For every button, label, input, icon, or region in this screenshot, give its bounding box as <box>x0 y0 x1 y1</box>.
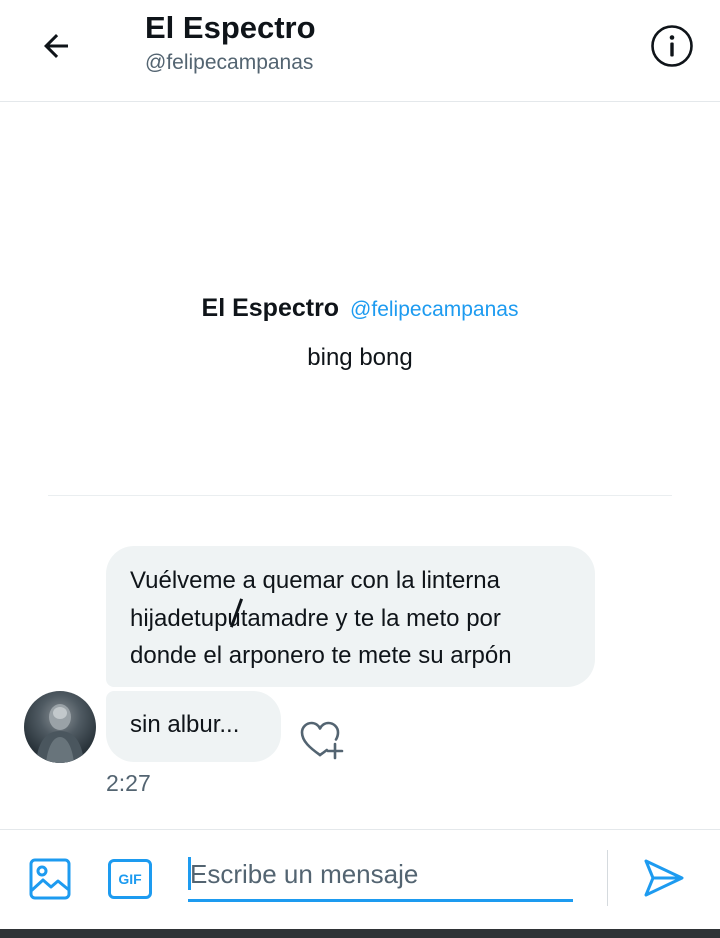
media-button[interactable] <box>28 857 72 901</box>
avatar[interactable] <box>24 691 96 763</box>
message-input[interactable] <box>188 850 573 902</box>
system-navigation-bar <box>0 929 720 938</box>
avatar-image <box>36 704 84 763</box>
message-bubble[interactable]: sin albur... <box>106 691 281 762</box>
conversation-title: El Espectro <box>145 10 316 45</box>
profile-bio: bing bong <box>307 344 413 371</box>
conversation-handle: @felipecampanas <box>145 51 314 74</box>
gif-button[interactable]: GIF <box>108 859 152 899</box>
image-icon <box>29 858 71 900</box>
profile-divider <box>48 495 672 496</box>
conversation-title-block[interactable]: El Espectro @felipecampanas <box>145 10 316 78</box>
profile-card[interactable]: El Espectro @felipecampanas bing bong <box>0 290 720 374</box>
info-button[interactable] <box>648 22 696 70</box>
back-button[interactable] <box>30 22 82 70</box>
arrow-left-icon <box>44 34 68 58</box>
message-composer: GIF <box>0 829 720 929</box>
message-text: sin albur... <box>130 711 240 738</box>
profile-name: El Espectro <box>201 294 340 322</box>
composer-separator <box>607 850 608 906</box>
profile-handle[interactable]: @felipecampanas <box>350 298 518 321</box>
heart-plus-icon <box>300 721 344 760</box>
send-button[interactable] <box>642 856 686 900</box>
conversation-header: El Espectro @felipecampanas <box>0 0 720 102</box>
info-circle-icon <box>651 25 693 67</box>
text-cursor <box>188 857 191 890</box>
react-button[interactable] <box>298 716 346 764</box>
message-bubble[interactable]: Vuélveme a quemar con la linterna hijade… <box>106 546 595 687</box>
gif-label: GIF <box>118 871 142 887</box>
message-timestamp: 2:27 <box>106 770 151 796</box>
profile-line: El Espectro @felipecampanas <box>0 290 720 328</box>
send-icon <box>644 859 684 897</box>
